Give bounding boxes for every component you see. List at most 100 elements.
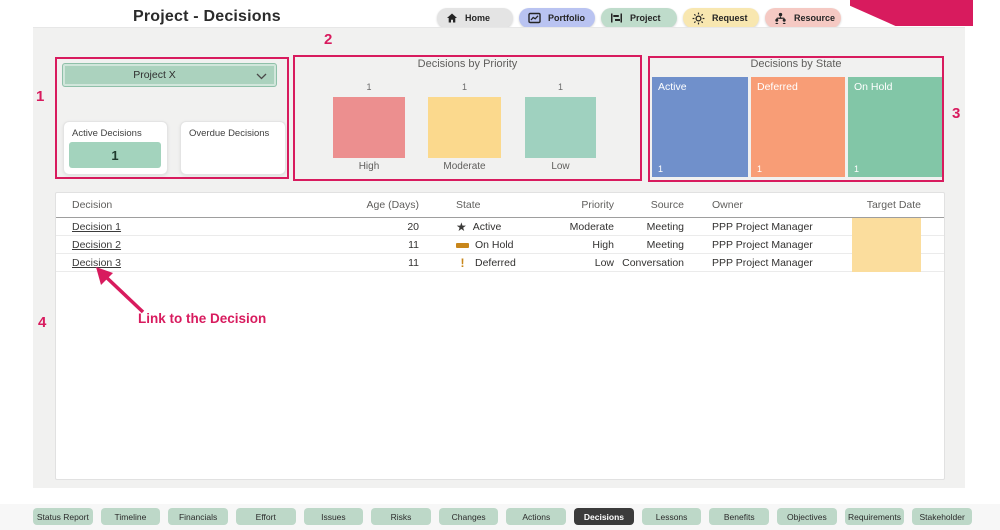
treemap-tile-active[interactable]: Active 1 xyxy=(652,77,748,177)
col-header-priority[interactable]: Priority xyxy=(556,199,614,211)
nav-label: Home xyxy=(465,13,490,23)
chevron-down-icon xyxy=(256,73,267,80)
state-label: Active xyxy=(473,221,502,233)
decision-link[interactable]: Decision 2 xyxy=(72,239,121,251)
tab-risks[interactable]: Risks xyxy=(371,508,431,525)
overdue-decisions-card: Overdue Decisions xyxy=(180,121,286,175)
state-label: On Hold xyxy=(475,239,514,251)
active-decisions-card: Active Decisions 1 xyxy=(63,121,168,175)
tab-actions[interactable]: Actions xyxy=(506,508,566,525)
col-header-owner[interactable]: Owner xyxy=(712,199,852,211)
tab-objectives[interactable]: Objectives xyxy=(777,508,837,525)
tab-benefits[interactable]: Benefits xyxy=(709,508,769,525)
priority-cell: Low xyxy=(556,257,614,269)
sun-icon xyxy=(692,12,705,25)
portfolio-chart-icon xyxy=(528,12,541,24)
tab-requirements[interactable]: Requirements xyxy=(845,508,905,525)
source-cell: Conversation xyxy=(614,257,684,269)
active-decisions-label: Active Decisions xyxy=(64,122,167,139)
bottom-tab-bar: Status Report Timeline Financials Effort… xyxy=(0,504,1000,530)
report-page: Project - Decisions Home Portfolio Proje… xyxy=(0,0,1000,530)
top-nav: Home Portfolio Project Request Resource xyxy=(437,8,841,28)
org-people-icon xyxy=(774,12,787,25)
bar-value-label: 1 xyxy=(333,82,405,92)
col-header-target[interactable]: Target Date xyxy=(852,199,921,211)
target-date-cell xyxy=(852,254,921,272)
source-cell: Meeting xyxy=(614,221,684,233)
tab-effort[interactable]: Effort xyxy=(236,508,296,525)
source-cell: Meeting xyxy=(614,239,684,251)
nav-button-resource[interactable]: Resource xyxy=(765,8,841,28)
decision-link[interactable]: Decision 1 xyxy=(72,221,121,233)
bar-moderate[interactable] xyxy=(428,97,501,158)
age-cell: 20 xyxy=(366,221,419,233)
slicer-selected-value: Project X xyxy=(133,69,176,81)
overdue-decisions-label: Overdue Decisions xyxy=(181,122,285,139)
col-header-state[interactable]: State xyxy=(454,199,556,211)
tab-lessons[interactable]: Lessons xyxy=(642,508,702,525)
annotation-number-1: 1 xyxy=(36,88,44,105)
gantt-icon xyxy=(610,12,623,24)
nav-button-project[interactable]: Project xyxy=(601,8,677,28)
treemap-tile-onhold[interactable]: On Hold 1 xyxy=(848,77,942,177)
tile-label: Active xyxy=(658,81,687,93)
tab-stakeholder[interactable]: Stakeholder xyxy=(912,508,972,525)
tab-issues[interactable]: Issues xyxy=(304,508,364,525)
bar-category-label: Moderate xyxy=(428,161,501,172)
owner-cell: PPP Project Manager xyxy=(712,257,852,269)
tile-label: On Hold xyxy=(854,81,893,93)
bar-high[interactable] xyxy=(333,97,405,158)
nav-label: Project xyxy=(630,13,661,23)
target-date-cell xyxy=(852,218,921,236)
annotation-number-2: 2 xyxy=(324,31,332,48)
bar-category-label: Low xyxy=(525,161,596,172)
annotation-number-3: 3 xyxy=(952,105,960,122)
bar-value-label: 1 xyxy=(428,82,501,92)
state-chart-title: Decisions by State xyxy=(648,58,944,70)
treemap-tile-deferred[interactable]: Deferred 1 xyxy=(751,77,845,177)
tab-changes[interactable]: Changes xyxy=(439,508,499,525)
state-label: Deferred xyxy=(475,257,516,269)
corner-ribbon xyxy=(850,0,973,26)
home-icon xyxy=(446,12,458,24)
col-header-age[interactable]: Age (Days) xyxy=(366,199,419,211)
state-cell: ★ Active xyxy=(454,221,556,233)
table-row: Decision 2 11 On Hold High Meeting PPP P… xyxy=(56,236,944,254)
nav-button-portfolio[interactable]: Portfolio xyxy=(519,8,595,28)
tab-financials[interactable]: Financials xyxy=(168,508,228,525)
col-header-decision[interactable]: Decision xyxy=(56,199,366,211)
table-row: Decision 3 11 ! Deferred Low Conversatio… xyxy=(56,254,944,272)
page-title: Project - Decisions xyxy=(133,8,281,26)
bar-value-label: 1 xyxy=(525,82,596,92)
age-cell: 11 xyxy=(366,239,419,251)
bar-low[interactable] xyxy=(525,97,596,158)
bar-category-label: High xyxy=(333,161,405,172)
exclamation-icon: ! xyxy=(456,257,469,269)
nav-button-request[interactable]: Request xyxy=(683,8,759,28)
nav-label: Resource xyxy=(794,13,835,23)
state-cell: On Hold xyxy=(454,239,556,251)
priority-chart-title: Decisions by Priority xyxy=(293,58,642,70)
col-header-source[interactable]: Source xyxy=(614,199,684,211)
tile-label: Deferred xyxy=(757,81,798,93)
priority-cell: High xyxy=(556,239,614,251)
tab-status-report[interactable]: Status Report xyxy=(33,508,93,525)
active-decisions-value: 1 xyxy=(69,142,161,168)
owner-cell: PPP Project Manager xyxy=(712,239,852,251)
dash-icon xyxy=(456,243,469,248)
star-icon: ★ xyxy=(456,221,467,233)
priority-cell: Moderate xyxy=(556,221,614,233)
nav-button-home[interactable]: Home xyxy=(437,8,513,28)
table-header-row: Decision Age (Days) State Priority Sourc… xyxy=(56,193,944,218)
tile-value: 1 xyxy=(658,164,663,174)
owner-cell: PPP Project Manager xyxy=(712,221,852,233)
link-annotation-text: Link to the Decision xyxy=(138,311,266,326)
tile-value: 1 xyxy=(757,164,762,174)
target-date-cell xyxy=(852,236,921,254)
state-cell: ! Deferred xyxy=(454,257,556,269)
nav-label: Request xyxy=(712,13,748,23)
project-slicer-dropdown[interactable]: Project X xyxy=(62,63,277,87)
tab-decisions[interactable]: Decisions xyxy=(574,508,634,525)
tile-value: 1 xyxy=(854,164,859,174)
tab-timeline[interactable]: Timeline xyxy=(101,508,161,525)
